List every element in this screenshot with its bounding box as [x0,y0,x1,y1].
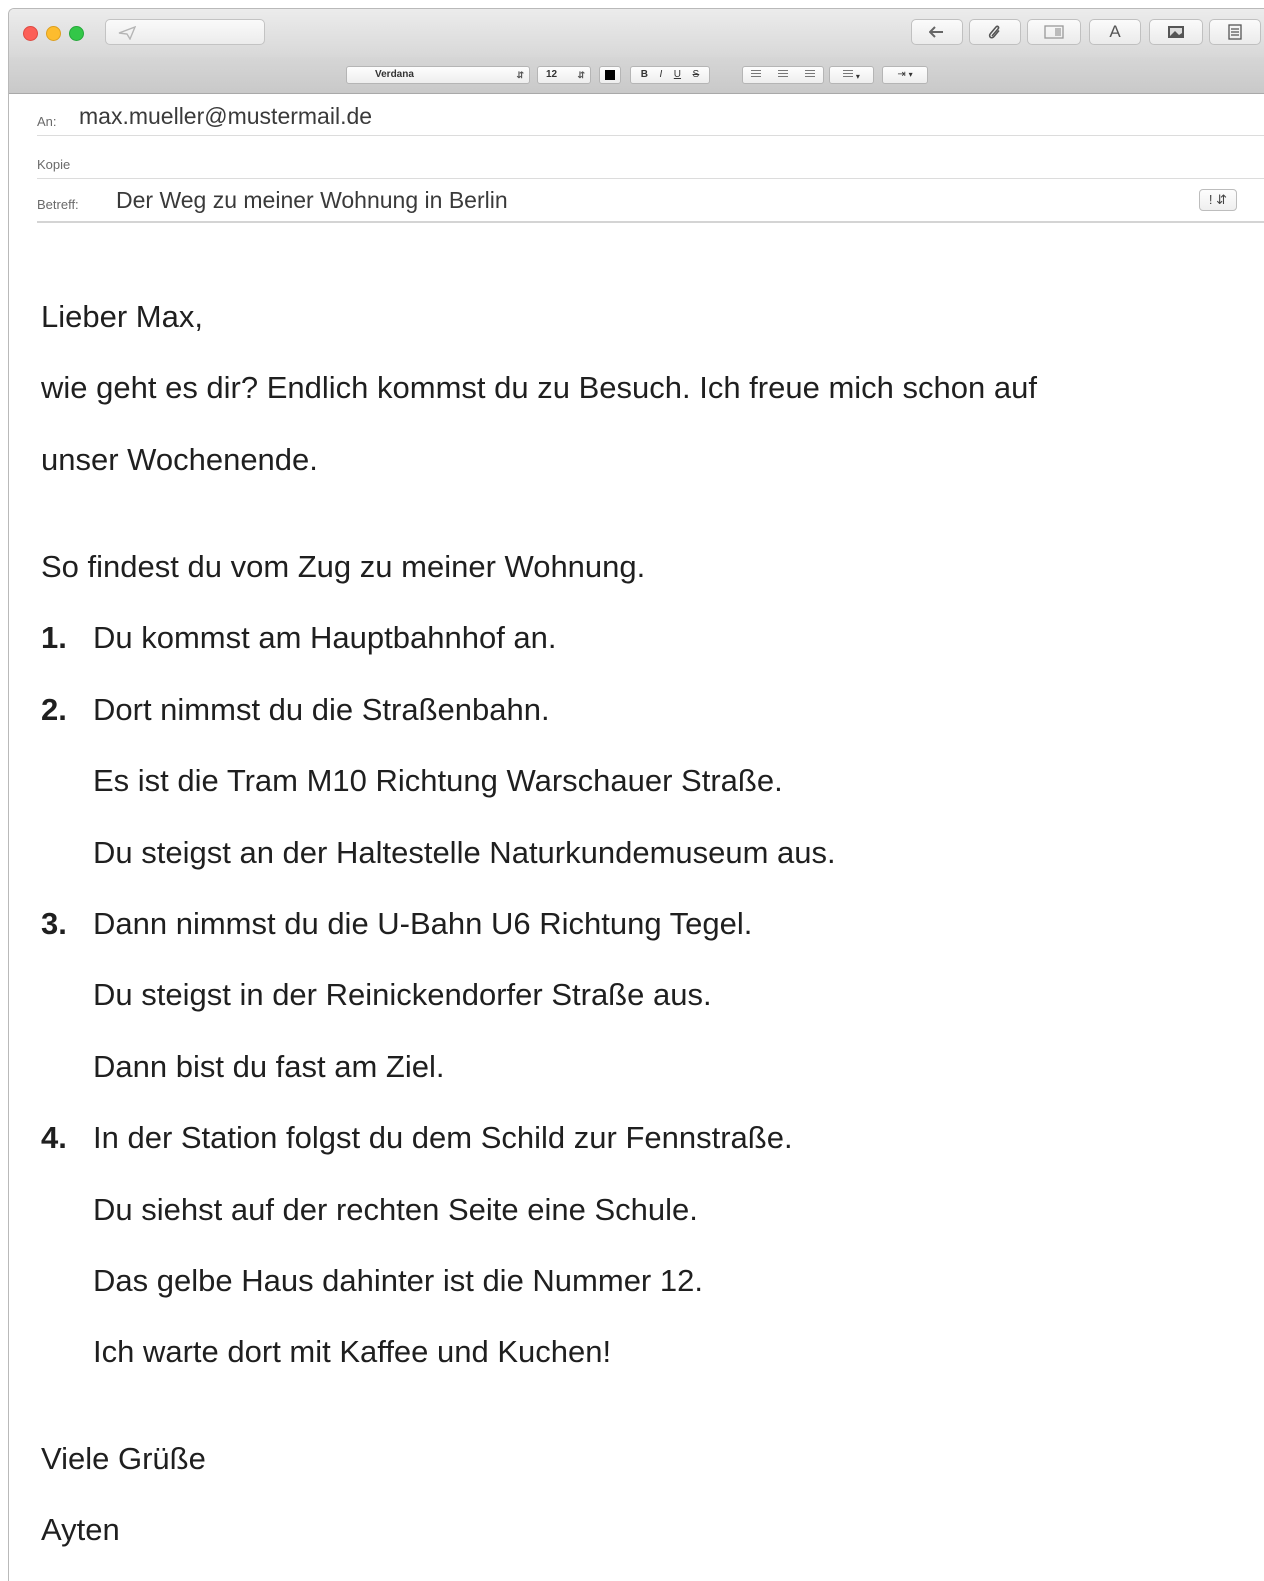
step-line: Es ist die Tram M10 Richtung Warschauer … [93,763,783,798]
intro-line: So findest du vom Zug zu meiner Wohnung. [41,549,646,584]
cc-label: Kopie [37,157,71,172]
align-left-icon[interactable] [751,70,762,79]
paper-plane-icon [118,25,137,41]
step-line: Du steigst an der Haltestelle Naturkunde… [93,835,836,870]
header-fields-icon [1044,25,1064,39]
font-size-value: 12 [546,69,558,80]
body-line: unser Wochenende. [41,442,318,477]
close-button[interactable] [23,26,38,41]
header-fields-button[interactable] [1027,19,1081,45]
chevron-down-icon: ▾ [855,72,860,81]
font-size-select[interactable]: 12 ⇵ [537,66,591,84]
body-line: wie geht es dir? Endlich kommst du zu Be… [41,370,1037,405]
title-bar: A [9,9,1264,57]
bold-button[interactable]: B [641,67,648,83]
step-number: 1. [41,620,67,655]
priority-value: ! [1208,192,1213,207]
to-field-row[interactable]: An: max.mueller@mustermail.de [37,93,1264,136]
underline-button[interactable]: U [674,67,681,83]
mail-compose-window: A Verdana ⇵ 12 ⇵ B I U S ▾ ⇥ ▾ An: max.m… [8,8,1264,1581]
step-line: Dann bist du fast am Ziel. [93,1049,445,1084]
color-swatch [605,70,615,80]
font-family-value: Verdana [375,69,414,80]
step-line: Dort nimmst du die Straßenbahn. [93,692,550,727]
send-button[interactable] [105,19,265,45]
font-icon: A [1109,22,1121,41]
step-line: Ich warte dort mit Kaffee und Kuchen! [93,1334,612,1369]
priority-select[interactable]: ! ⇵ [1199,189,1237,211]
cc-field-row[interactable]: Kopie [37,136,1264,179]
indent-icon: ⇥ [897,69,906,80]
format-text-button[interactable]: A [1089,19,1141,45]
list-icon [843,70,854,79]
strikethrough-button[interactable]: S [693,67,700,83]
zoom-button[interactable] [69,26,84,41]
step-line: Dann nimmst du die U-Bahn U6 Richtung Te… [93,906,753,941]
align-right-icon[interactable] [804,70,815,79]
to-label: An: [37,114,57,129]
chevron-updown-icon: ⇵ [577,70,585,80]
stationery-button[interactable] [1209,19,1261,45]
subject-field-row[interactable]: Betreff: Der Weg zu meiner Wohnung in Be… [37,179,1264,223]
reply-button[interactable] [911,19,963,45]
step-line: Du steigst in der Reinickendorfer Straße… [93,977,712,1012]
reply-arrow-icon [928,26,943,38]
photo-browser-button[interactable] [1149,19,1203,45]
format-bar: Verdana ⇵ 12 ⇵ B I U S ▾ ⇥ ▾ [9,57,1264,94]
step-line: Das gelbe Haus dahinter ist die Nummer 1… [93,1263,703,1298]
chevron-down-icon: ▾ [908,70,913,79]
greeting: Lieber Max, [41,299,203,334]
italic-button[interactable]: I [660,67,663,83]
step-line: Du siehst auf der rechten Seite eine Sch… [93,1192,698,1227]
stationery-icon [1228,24,1242,40]
indent-button[interactable]: ⇥ ▾ [882,66,928,84]
step-number: 4. [41,1120,67,1155]
chevron-updown-icon: ⇵ [516,70,524,80]
attach-button[interactable] [969,19,1021,45]
step-number: 2. [41,692,67,727]
window-controls [23,26,84,41]
text-style-group: B I U S [630,66,710,84]
font-family-select[interactable]: Verdana ⇵ [346,66,530,84]
step-number: 3. [41,906,67,941]
step-line: In der Station folgst du dem Schild zur … [93,1120,793,1155]
list-button[interactable]: ▾ [829,66,874,84]
to-field[interactable]: max.mueller@mustermail.de [79,103,372,130]
step-line: Du kommst am Hauptbahnhof an. [93,620,557,655]
subject-label: Betreff: [37,197,79,212]
paperclip-icon [988,25,1000,39]
align-center-icon[interactable] [777,70,788,79]
chevron-updown-icon: ⇵ [1216,192,1228,207]
minimize-button[interactable] [46,26,61,41]
signature: Ayten [41,1512,120,1547]
photo-browser-icon [1168,26,1184,38]
alignment-group [742,66,824,84]
font-color-button[interactable] [599,66,621,84]
closing-line: Viele Grüße [41,1441,206,1476]
subject-field[interactable]: Der Weg zu meiner Wohnung in Berlin [116,187,508,214]
